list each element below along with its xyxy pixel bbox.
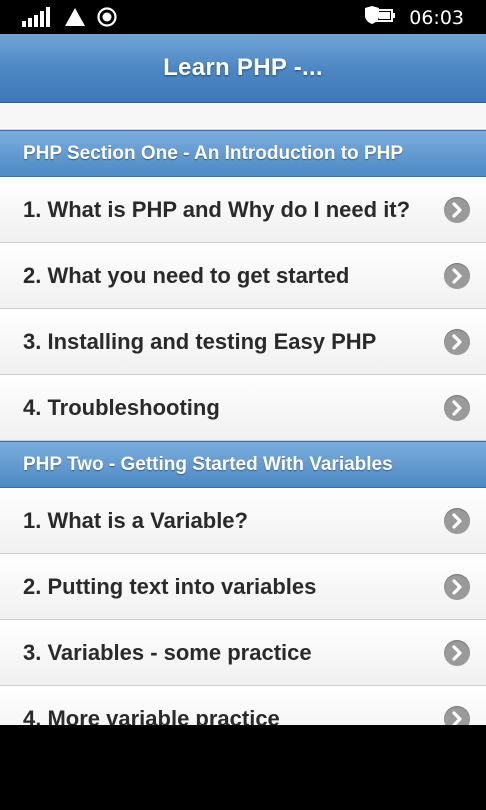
mobile-data-icon (64, 7, 86, 32)
chevron-right-icon (444, 329, 470, 355)
list-item[interactable]: 4. More variable practice (0, 686, 486, 725)
status-bar: 06:03 (0, 0, 486, 34)
chevron-right-icon (444, 640, 470, 666)
clock: 06:03 (409, 6, 464, 29)
signal-icon (22, 7, 54, 32)
list-item-label: 2. What you need to get started (23, 263, 350, 288)
chevron-right-icon (444, 574, 470, 600)
list-item[interactable]: 1. What is PHP and Why do I need it? (0, 177, 486, 243)
app-content: Learn PHP -... PHP Section One - An Intr… (0, 34, 486, 725)
chevron-right-icon (444, 706, 470, 725)
header-spacer (0, 103, 486, 130)
list-item-label: 4. More variable practice (23, 706, 280, 725)
chevron-right-icon (444, 263, 470, 289)
chevron-right-icon (444, 197, 470, 223)
page-title: Learn PHP -... (163, 54, 323, 81)
list-item-label: 2. Putting text into variables (23, 574, 317, 599)
list-item-label: 3. Variables - some practice (23, 640, 312, 665)
list-item[interactable]: 2. What you need to get started (0, 243, 486, 309)
app-header: Learn PHP -... (0, 34, 486, 103)
chevron-right-icon (444, 508, 470, 534)
section-header-one: PHP Section One - An Introduction to PHP (0, 130, 486, 177)
list-item[interactable]: 1. What is a Variable? (0, 488, 486, 554)
list-item-label: 1. What is PHP and Why do I need it? (23, 197, 411, 222)
navigation-bar-area (0, 725, 486, 810)
location-icon (96, 6, 118, 33)
chevron-right-icon (444, 395, 470, 421)
list-item[interactable]: 4. Troubleshooting (0, 375, 486, 441)
list-item[interactable]: 2. Putting text into variables (0, 554, 486, 620)
list-item-label: 4. Troubleshooting (23, 395, 220, 420)
list-item-label: 1. What is a Variable? (23, 508, 248, 533)
section-title: PHP Section One - An Introduction to PHP (23, 142, 404, 164)
list-item-label: 3. Installing and testing Easy PHP (23, 329, 377, 354)
section-title: PHP Two - Getting Started With Variables (23, 453, 393, 475)
list-item[interactable]: 3. Variables - some practice (0, 620, 486, 686)
list-item[interactable]: 3. Installing and testing Easy PHP (0, 309, 486, 375)
battery-saver-icon (363, 4, 397, 31)
section-header-two: PHP Two - Getting Started With Variables (0, 441, 486, 488)
